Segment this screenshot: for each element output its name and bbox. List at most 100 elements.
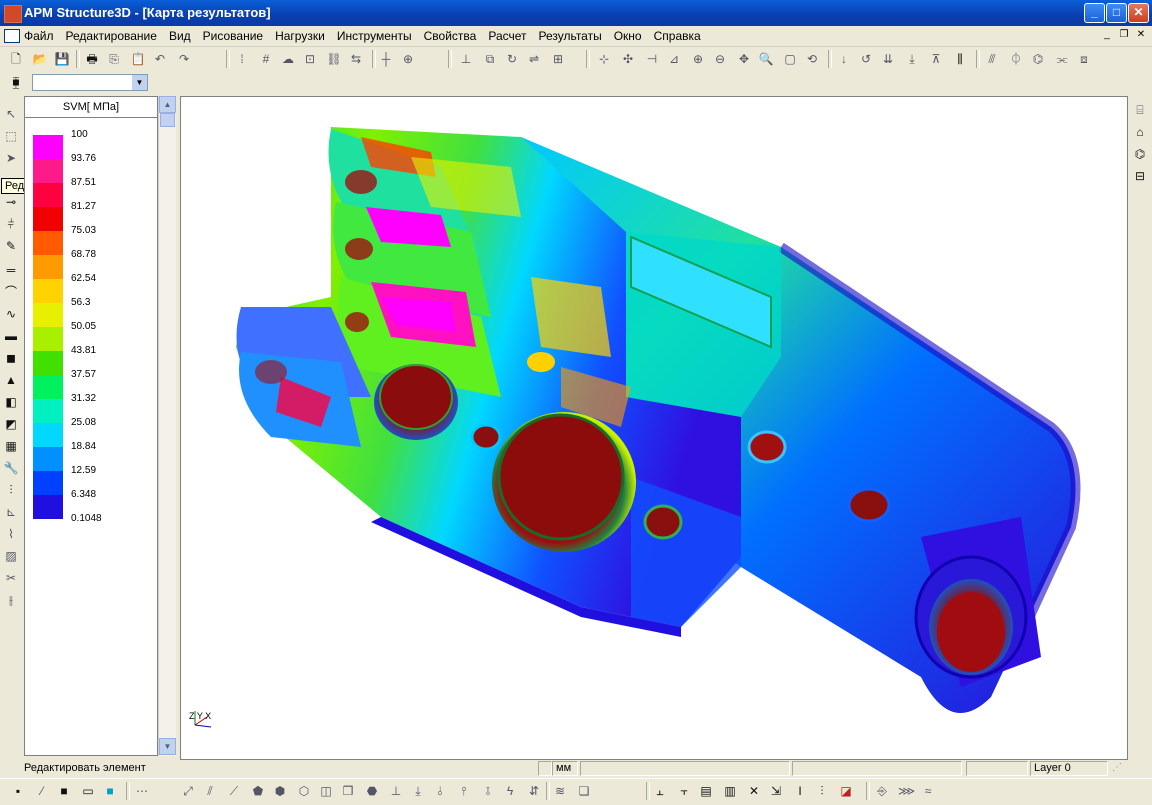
stress-map-model[interactable]: Z Y X	[181, 97, 1127, 759]
mesh-icon[interactable]: ▦	[3, 438, 19, 454]
arrow-down-icon[interactable]: ↓	[836, 51, 852, 67]
snap-icon[interactable]: ⊡	[302, 51, 318, 67]
rotate-node-icon[interactable]: ↻	[504, 51, 520, 67]
menu-tools[interactable]: Инструменты	[337, 29, 412, 43]
report-icon[interactable]: ▤	[698, 783, 714, 799]
mdi-restore-button[interactable]: ❐	[1117, 28, 1131, 42]
rotate-icon[interactable]: ⟲	[804, 51, 820, 67]
load-solid-icon[interactable]: ⫱	[480, 783, 496, 799]
pointer-icon[interactable]: ⊹	[596, 51, 612, 67]
menu-results[interactable]: Результаты	[539, 29, 602, 43]
scroll-down-icon[interactable]: ▼	[159, 738, 176, 755]
save-icon[interactable]: 💾	[54, 51, 70, 67]
pin-icon[interactable]: ⊥	[388, 783, 404, 799]
zoom-in-icon[interactable]: ⊕	[690, 51, 706, 67]
results-viewport[interactable]: Z Y X	[180, 96, 1128, 760]
target-icon[interactable]: ⊕	[400, 51, 416, 67]
copy-node-icon[interactable]: ⧉	[482, 51, 498, 67]
report-2-icon[interactable]: ▥	[722, 783, 738, 799]
redo-icon[interactable]: ↷	[176, 51, 192, 67]
rect-icon[interactable]: ■	[56, 783, 72, 799]
pan-icon[interactable]: ✥	[736, 51, 752, 67]
scissors-icon[interactable]: ✂	[3, 570, 19, 586]
menu-file[interactable]: Файл	[24, 29, 54, 43]
cross-icon[interactable]: ┼	[378, 51, 394, 67]
layer-combo[interactable]: ▼	[32, 74, 148, 91]
dimension-icon[interactable]: ⊾	[3, 504, 19, 520]
edit-arrow-icon[interactable]: ➤	[3, 150, 19, 166]
array-icon[interactable]: ⊞	[550, 51, 566, 67]
axis-icon[interactable]: ⊣	[644, 51, 660, 67]
curve-icon[interactable]: ∿	[3, 306, 19, 322]
paste-icon[interactable]: 📋	[130, 51, 146, 67]
distributed-load-icon[interactable]: ⇊	[880, 51, 896, 67]
scale-tool-icon[interactable]: ⇲	[768, 783, 784, 799]
arc-icon[interactable]: ⌒	[3, 284, 19, 300]
pages-icon[interactable]: ❏	[576, 783, 592, 799]
load-face-icon[interactable]: ⫯	[456, 783, 472, 799]
beam-icon[interactable]: ⫘	[1054, 51, 1070, 67]
shell-tool-icon[interactable]: ◼	[3, 350, 19, 366]
chevron-down-icon[interactable]: ▼	[132, 75, 147, 90]
document-icon[interactable]	[4, 29, 20, 43]
scroll-thumb[interactable]	[160, 113, 175, 127]
load-line-icon[interactable]: ⫰	[432, 783, 448, 799]
support-icon[interactable]: ⊼	[928, 51, 944, 67]
mdi-minimize-button[interactable]: _	[1100, 28, 1114, 42]
cloud-icon[interactable]: ☁	[280, 51, 296, 67]
layers-icon[interactable]: ≋	[552, 783, 568, 799]
split-icon[interactable]: ⫲	[3, 592, 19, 608]
menu-loads[interactable]: Нагрузки	[275, 29, 325, 43]
view-top-icon[interactable]: ⌂	[1132, 124, 1148, 140]
bar-tool-icon[interactable]: ⫩	[3, 216, 19, 232]
cube-edit-icon[interactable]: ❒	[340, 783, 356, 799]
wave-icon[interactable]: ≈	[920, 783, 936, 799]
section-icon[interactable]: ⫻	[984, 51, 1000, 67]
element-icon[interactable]: ◩	[3, 416, 19, 432]
hatch-icon[interactable]: ▨	[3, 548, 19, 564]
new-icon[interactable]: 🗋	[8, 51, 24, 67]
triangle-icon[interactable]: ▲	[3, 372, 19, 388]
solid-icon[interactable]: ◧	[3, 394, 19, 410]
moment-icon[interactable]: ↺	[858, 51, 874, 67]
menu-calculation[interactable]: Расчет	[488, 29, 526, 43]
export-icon[interactable]: ◪	[838, 783, 854, 799]
select-box-icon[interactable]: ⬚	[3, 128, 19, 144]
wrap-icon[interactable]: ⬣	[364, 783, 380, 799]
maximize-button[interactable]: □	[1106, 3, 1127, 23]
material-icon[interactable]: ⌬	[1030, 51, 1046, 67]
link-icon[interactable]: ⛓	[326, 51, 342, 67]
zoom-out-icon[interactable]: ⊖	[712, 51, 728, 67]
calc-2-icon[interactable]: ⫟	[676, 783, 692, 799]
view-side-icon[interactable]: ⌬	[1132, 146, 1148, 162]
bar-edit-icon[interactable]: ⫽	[202, 783, 218, 799]
layer-tool-icon[interactable]: ⧯	[8, 74, 24, 90]
calc-icon[interactable]: ⫠	[652, 783, 668, 799]
resize-grip-icon[interactable]: ⋰	[1112, 762, 1128, 776]
fill-icon[interactable]: ■	[102, 783, 118, 799]
copy-icon[interactable]: ⎘	[106, 51, 122, 67]
beam-tool-icon[interactable]: ═	[3, 262, 19, 278]
view-front-icon[interactable]: ⌸	[1132, 102, 1148, 118]
node-edit-icon[interactable]: ⤢	[180, 783, 196, 799]
pressure-icon[interactable]: ⤓	[904, 51, 920, 67]
hex-edit-icon[interactable]: ⬡	[296, 783, 312, 799]
plate-icon[interactable]: ▬	[3, 328, 19, 344]
legend-scrollbar[interactable]: ▲ ▼	[158, 96, 176, 756]
minimize-button[interactable]: _	[1084, 3, 1105, 23]
open-icon[interactable]: 📂	[32, 51, 48, 67]
solid-edit-icon[interactable]: ⬢	[272, 783, 288, 799]
section-2-icon[interactable]: ⏀	[1008, 51, 1024, 67]
shell-icon[interactable]: ⧈	[1076, 51, 1092, 67]
menu-help[interactable]: Справка	[654, 29, 701, 43]
wrench-icon[interactable]: 🔧	[3, 460, 19, 476]
view-iso-icon[interactable]: ⊟	[1132, 168, 1148, 184]
load-down-icon[interactable]: ⤓	[410, 783, 426, 799]
menu-window[interactable]: Окно	[614, 29, 642, 43]
face-edit-icon[interactable]: ⬟	[250, 783, 266, 799]
menu-edit[interactable]: Редактирование	[66, 29, 157, 43]
zoom-window-icon[interactable]: 🔍	[758, 51, 774, 67]
move-icon[interactable]: ⇆	[348, 51, 364, 67]
print-icon[interactable]: 🖶	[84, 51, 100, 67]
frame-icon[interactable]: ▭	[80, 783, 96, 799]
